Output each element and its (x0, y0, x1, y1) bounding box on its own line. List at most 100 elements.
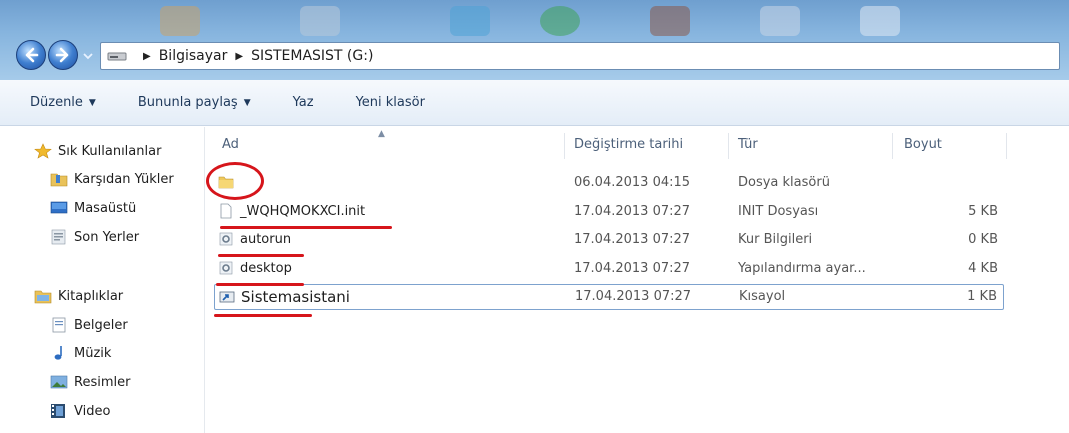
sidebar-item-label: Karşıdan Yükler (74, 171, 174, 187)
file-name-cell: desktop (218, 260, 292, 276)
forward-button[interactable] (48, 40, 78, 70)
sidebar-item-label: Sık Kullanılanlar (58, 143, 162, 159)
file-name: desktop (240, 260, 292, 276)
file-name-cell: _WQHQMOKXCI.init (218, 203, 365, 219)
arrow-right-icon (55, 47, 69, 63)
sidebar-item-label: Belgeler (74, 317, 128, 333)
file-icon (220, 203, 232, 219)
annotation-circle (206, 162, 264, 200)
file-date: 17.04.2013 07:27 (574, 204, 691, 219)
column-divider[interactable] (728, 133, 729, 159)
file-size: 4 KB (968, 261, 998, 276)
file-type: Kısayol (739, 289, 786, 304)
recent-pages-chevron-down-icon[interactable] (82, 50, 94, 62)
file-size: 1 KB (967, 289, 997, 304)
chevron-down-icon: ▼ (88, 97, 96, 108)
sidebar-item-label: Son Yerler (74, 229, 140, 245)
file-size: 5 KB (968, 204, 998, 219)
column-header-type[interactable]: Tür (738, 137, 758, 152)
sidebar-item-label: Resimler (74, 374, 131, 390)
breadcrumb-separator-icon[interactable]: ▶ (143, 51, 151, 62)
breadcrumb-drive[interactable]: SISTEMASIST (G:) (251, 48, 373, 64)
window-titlebar: ▶ Bilgisayar ▶ SISTEMASIST (G:) (0, 0, 1069, 80)
table-row-selected[interactable]: Sistemasistani 17.04.2013 07:27 Kısayol … (214, 284, 1004, 310)
annotation-underline (220, 226, 392, 229)
settings-file-icon (219, 261, 233, 275)
shortcut-icon (219, 291, 235, 303)
blurred-taskbar-icon (760, 6, 800, 36)
blurred-taskbar-icon (860, 6, 900, 36)
sort-ascending-icon: ▲ (378, 129, 385, 139)
file-date: 06.04.2013 04:15 (574, 175, 691, 190)
table-row[interactable]: autorun 17.04.2013 07:27 Kur Bilgileri 0… (214, 228, 1004, 252)
file-name-cell: Sistemasistani (219, 288, 350, 306)
column-divider[interactable] (564, 133, 565, 159)
annotation-underline (216, 283, 304, 286)
breadcrumb-separator-icon[interactable]: ▶ (235, 51, 243, 62)
sidebar-item-pictures[interactable]: Resimler (50, 374, 130, 390)
desktop-icon (50, 201, 68, 214)
breadcrumb-computer[interactable]: Bilgisayar (159, 48, 228, 64)
file-date: 17.04.2013 07:27 (575, 289, 692, 304)
settings-file-icon (219, 232, 233, 246)
sidebar-item-favorites[interactable]: Sık Kullanılanlar (34, 143, 161, 159)
music-note-icon (54, 346, 62, 360)
drive-icon (107, 52, 127, 61)
blurred-taskbar-icon (450, 6, 490, 36)
file-name: Sistemasistani (241, 288, 350, 306)
share-button[interactable]: Bununla paylaş ▼ (138, 95, 251, 110)
recent-places-icon (51, 229, 66, 245)
sidebar-item-music[interactable]: Müzik (50, 345, 111, 361)
file-list: ▲ Ad Değiştirme tarihi Tür Boyut 06.04.2… (206, 127, 1069, 433)
column-divider[interactable] (1006, 133, 1007, 159)
navigation-pane: Sık Kullanılanlar Karşıdan Yükler Masaüs… (0, 127, 205, 433)
sidebar-item-desktop[interactable]: Masaüstü (50, 200, 136, 216)
sidebar-item-documents[interactable]: Belgeler (50, 317, 128, 333)
sidebar-item-label: Video (74, 403, 111, 419)
libraries-folder-icon (34, 290, 52, 304)
new-folder-label: Yeni klasör (355, 95, 425, 110)
table-row[interactable]: _WQHQMOKXCI.init 17.04.2013 07:27 INIT D… (214, 200, 1004, 224)
arrow-left-icon (25, 47, 39, 63)
command-toolbar: Düzenle ▼ Bununla paylaş ▼ Yaz Yeni klas… (0, 80, 1069, 126)
annotation-underline (218, 254, 304, 257)
file-size: 0 KB (968, 232, 998, 247)
burn-button[interactable]: Yaz (293, 95, 314, 110)
sidebar-item-libraries[interactable]: Kitaplıklar (34, 288, 123, 304)
sidebar-item-downloads[interactable]: Karşıdan Yükler (50, 171, 174, 187)
annotation-underline (214, 314, 312, 317)
pictures-icon (50, 375, 68, 389)
share-label: Bununla paylaş (137, 95, 238, 110)
blurred-taskbar-icon (160, 6, 200, 36)
address-bar[interactable]: ▶ Bilgisayar ▶ SISTEMASIST (G:) (100, 42, 1060, 70)
sidebar-item-videos[interactable]: Video (50, 403, 110, 419)
file-name: _WQHQMOKXCI.init (240, 203, 366, 219)
file-date: 17.04.2013 07:27 (574, 261, 691, 276)
file-name: autorun (240, 231, 292, 247)
sidebar-item-label: Müzik (74, 345, 112, 361)
file-type: Yapılandırma ayar... (738, 261, 866, 276)
sidebar-item-recent-places[interactable]: Son Yerler (50, 229, 139, 245)
organize-label: Düzenle (30, 95, 83, 110)
file-date: 17.04.2013 07:27 (574, 232, 691, 247)
documents-icon (52, 317, 66, 333)
file-type: Dosya klasörü (738, 175, 830, 190)
table-row[interactable]: 06.04.2013 04:15 Dosya klasörü (214, 171, 1004, 195)
column-header-name[interactable]: Ad (222, 137, 239, 152)
sidebar-item-label: Masaüstü (74, 200, 137, 216)
blurred-taskbar-icon (540, 6, 580, 36)
column-header-size[interactable]: Boyut (904, 137, 942, 152)
table-row[interactable]: desktop 17.04.2013 07:27 Yapılandırma ay… (214, 257, 1004, 281)
organize-button[interactable]: Düzenle ▼ (30, 95, 96, 110)
blurred-taskbar-icon (650, 6, 690, 36)
sidebar-item-label: Kitaplıklar (58, 288, 124, 304)
file-name-cell: autorun (218, 231, 291, 247)
column-divider[interactable] (892, 133, 893, 159)
new-folder-button[interactable]: Yeni klasör (356, 95, 425, 110)
downloads-folder-icon (50, 173, 68, 187)
star-icon (34, 143, 52, 159)
column-header-modified[interactable]: Değiştirme tarihi (574, 137, 683, 152)
burn-label: Yaz (292, 95, 314, 110)
back-button[interactable] (16, 40, 46, 70)
chevron-down-icon: ▼ (243, 97, 251, 108)
